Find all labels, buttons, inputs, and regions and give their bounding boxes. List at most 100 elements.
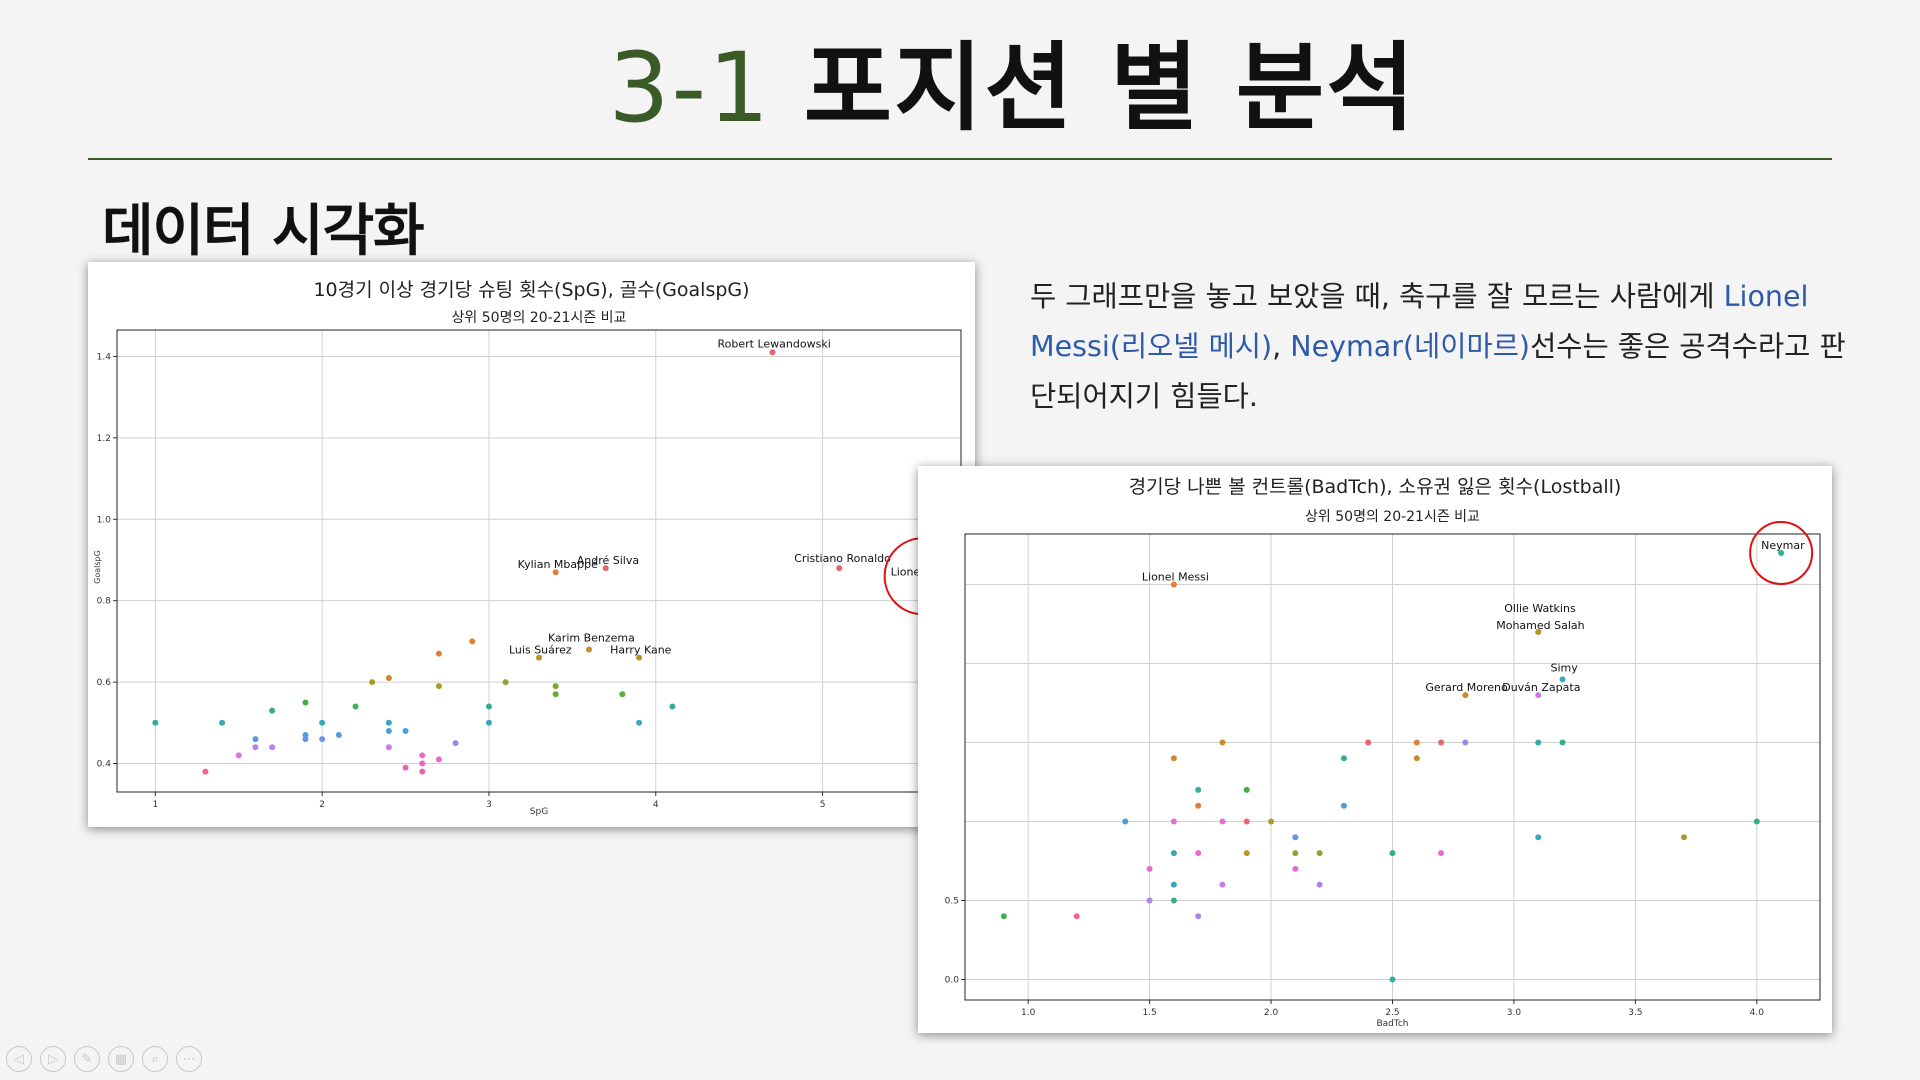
data-point bbox=[452, 740, 459, 747]
y-tick-label: 1.2 bbox=[97, 434, 111, 444]
point-label: André Silva bbox=[577, 554, 639, 567]
data-point bbox=[435, 650, 442, 657]
chart-subtitle: 상위 50명의 20-21시즌 비교 bbox=[1305, 509, 1480, 525]
data-point bbox=[235, 752, 242, 759]
data-point bbox=[619, 691, 626, 698]
data-point bbox=[1195, 802, 1202, 809]
data-point bbox=[1146, 865, 1153, 872]
data-point bbox=[419, 752, 426, 759]
x-tick-label: 4 bbox=[653, 800, 659, 810]
shots-goals-chart: 10경기 이상 경기당 슈팅 횟수(SpG), 골수(GoalspG) 상위 50… bbox=[88, 262, 975, 827]
point-label: Neymar bbox=[1761, 539, 1805, 552]
prev-slide-icon[interactable]: ◁ bbox=[6, 1046, 32, 1072]
x-axis-label: BadTch bbox=[1376, 1019, 1408, 1029]
data-point bbox=[435, 683, 442, 690]
y-tick-label: 1.0 bbox=[97, 515, 112, 525]
data-point bbox=[1535, 834, 1542, 841]
data-point bbox=[269, 744, 276, 751]
data-point bbox=[836, 565, 843, 572]
point-label: Simy bbox=[1551, 661, 1579, 674]
data-point bbox=[1438, 739, 1445, 746]
data-point bbox=[485, 703, 492, 710]
data-point bbox=[252, 736, 259, 743]
data-point bbox=[1195, 786, 1202, 793]
chart-title: 경기당 나쁜 볼 컨트롤(BadTch), 소유권 잃은 횟수(Lostball… bbox=[1129, 476, 1622, 498]
data-point bbox=[586, 646, 593, 653]
data-point bbox=[1559, 739, 1566, 746]
point-label: Mohamed Salah bbox=[1496, 619, 1584, 632]
data-point bbox=[1243, 850, 1250, 857]
y-tick-label: 0.6 bbox=[97, 678, 112, 688]
next-slide-icon[interactable]: ▷ bbox=[40, 1046, 66, 1072]
x-tick-label: 4.0 bbox=[1750, 1008, 1765, 1018]
data-point bbox=[1073, 913, 1080, 920]
more-options-icon[interactable]: ⋯ bbox=[176, 1046, 202, 1072]
point-label: Karim Benzema bbox=[548, 632, 635, 645]
chart-title: 10경기 이상 경기당 슈팅 횟수(SpG), 골수(GoalspG) bbox=[313, 279, 749, 301]
data-point bbox=[552, 683, 559, 690]
data-point bbox=[369, 679, 376, 686]
data-point bbox=[1340, 755, 1347, 762]
data-point bbox=[202, 768, 209, 775]
section-subtitle: 데이터 시각화 bbox=[102, 199, 425, 264]
data-point bbox=[1413, 755, 1420, 762]
point-label: Gerard Moreno bbox=[1425, 681, 1508, 694]
data-point bbox=[1292, 865, 1299, 872]
data-point bbox=[1170, 818, 1177, 825]
data-point bbox=[435, 756, 442, 763]
x-tick-label: 2 bbox=[319, 800, 325, 810]
data-point bbox=[1195, 850, 1202, 857]
title-divider bbox=[88, 158, 1832, 160]
y-tick-label: 0.0 bbox=[945, 975, 960, 985]
data-point bbox=[385, 727, 392, 734]
data-point bbox=[219, 719, 226, 726]
data-point bbox=[1292, 850, 1299, 857]
point-label: Ollie Watkins bbox=[1504, 602, 1576, 615]
description-text: 두 그래프만을 놓고 보았을 때, 축구를 잘 모르는 사람에게 Lionel … bbox=[1030, 272, 1850, 422]
data-point bbox=[1170, 897, 1177, 904]
desc-highlight-neymar: Neymar(네이마르) bbox=[1290, 330, 1531, 363]
x-tick-label: 3.5 bbox=[1628, 1008, 1642, 1018]
data-point bbox=[1316, 850, 1323, 857]
data-point bbox=[1146, 897, 1153, 904]
point-label: Cristiano Ronaldo bbox=[794, 552, 891, 565]
slide-title-text: 포지션 별 분석 bbox=[803, 32, 1417, 144]
y-tick-label: 0.4 bbox=[97, 760, 112, 770]
data-point bbox=[302, 736, 309, 743]
x-tick-label: 2.0 bbox=[1264, 1008, 1279, 1018]
zoom-icon[interactable]: ⌕ bbox=[142, 1046, 168, 1072]
x-tick-label: 1.0 bbox=[1021, 1008, 1036, 1018]
chart-subtitle: 상위 50명의 20-21시즌 비교 bbox=[452, 310, 627, 326]
data-point bbox=[1389, 976, 1396, 983]
data-point bbox=[402, 764, 409, 771]
data-point bbox=[385, 719, 392, 726]
data-point bbox=[1170, 755, 1177, 762]
x-tick-label: 2.5 bbox=[1385, 1008, 1399, 1018]
x-tick-label: 3.0 bbox=[1507, 1008, 1522, 1018]
point-label: Robert Lewandowski bbox=[718, 337, 831, 350]
desc-part-1: 두 그래프만을 놓고 보았을 때, 축구를 잘 모르는 사람에게 bbox=[1030, 280, 1724, 313]
data-point bbox=[469, 638, 476, 645]
slide-title-number: 3-1 bbox=[608, 32, 772, 144]
data-point bbox=[1195, 913, 1202, 920]
badtouch-lostball-chart: 경기당 나쁜 볼 컨트롤(BadTch), 소유권 잃은 횟수(Lostball… bbox=[918, 466, 1832, 1033]
data-point bbox=[402, 727, 409, 734]
data-point bbox=[1535, 739, 1542, 746]
data-point bbox=[269, 707, 276, 714]
data-point bbox=[419, 768, 426, 775]
badtouch-lostball-chart-svg: 경기당 나쁜 볼 컨트롤(BadTch), 소유권 잃은 횟수(Lostball… bbox=[945, 476, 1821, 1029]
pen-icon[interactable]: ✎ bbox=[74, 1046, 100, 1072]
y-tick-label: 1.4 bbox=[97, 352, 112, 362]
shots-goals-chart-svg: 10경기 이상 경기당 슈팅 횟수(SpG), 골수(GoalspG) 상위 50… bbox=[93, 279, 962, 817]
desc-part-2: , bbox=[1272, 330, 1291, 363]
data-point bbox=[1170, 881, 1177, 888]
slides-grid-icon[interactable]: ▦ bbox=[108, 1046, 134, 1072]
data-point bbox=[1680, 834, 1687, 841]
data-point bbox=[1365, 739, 1372, 746]
y-tick-label: 0.5 bbox=[945, 896, 959, 906]
data-point bbox=[319, 719, 326, 726]
data-point bbox=[1122, 818, 1129, 825]
point-label: Harry Kane bbox=[610, 644, 672, 657]
point-label: Luis Suárez bbox=[509, 644, 572, 657]
data-point bbox=[352, 703, 359, 710]
